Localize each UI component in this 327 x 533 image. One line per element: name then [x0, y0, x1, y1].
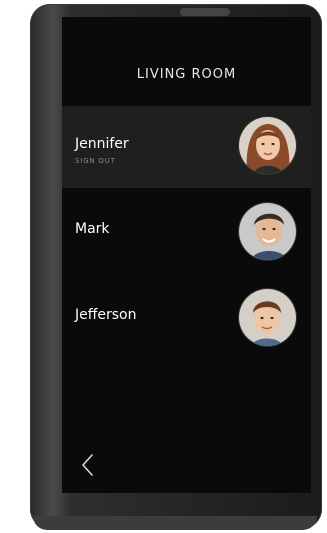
device-base — [33, 516, 317, 530]
device-speaker — [180, 8, 230, 16]
user-name: Mark — [75, 221, 110, 237]
user-row-jefferson[interactable]: Jefferson — [62, 274, 311, 356]
user-row-mark[interactable]: Mark — [62, 188, 311, 270]
user-name: Jennifer — [75, 136, 129, 152]
screen: LIVING ROOM Jennifer SIGN OUT Mark Jeffe… — [62, 17, 311, 493]
mark-avatar-icon[interactable] — [239, 203, 296, 260]
back-button[interactable] — [76, 452, 100, 478]
chevron-left-icon — [82, 454, 93, 476]
sign-out-link[interactable]: SIGN OUT — [75, 157, 116, 165]
jennifer-avatar-icon[interactable] — [239, 117, 296, 174]
user-name: Jefferson — [75, 307, 137, 323]
jefferson-avatar-icon[interactable] — [239, 289, 296, 346]
room-title: LIVING ROOM — [136, 67, 237, 82]
user-row-jennifer[interactable]: Jennifer SIGN OUT — [62, 106, 311, 188]
